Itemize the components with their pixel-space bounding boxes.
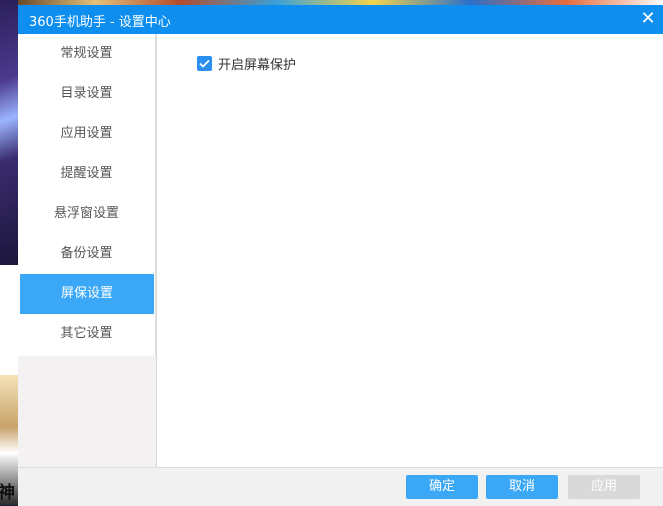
settings-sidebar: 常规设置 目录设置 应用设置 提醒设置 悬浮窗设置 备份设置 屏保设置 其它设置	[18, 34, 156, 467]
settings-dialog: 360手机助手 - 设置中心 ✕ 常规设置 目录设置 应用设置 提醒设置 悬浮窗…	[18, 5, 663, 506]
checkmark-icon	[199, 59, 210, 68]
background-game-art	[0, 0, 18, 265]
apply-button[interactable]: 应用	[568, 475, 640, 499]
background-game-thumbnail: 神	[0, 375, 18, 505]
background-panel	[0, 265, 18, 375]
screensaver-checkbox[interactable]	[197, 56, 212, 71]
sidebar-item-general[interactable]: 常规设置	[18, 34, 155, 74]
settings-nav-list: 常规设置 目录设置 应用设置 提醒设置 悬浮窗设置 备份设置 屏保设置 其它设置	[18, 34, 156, 356]
cancel-button[interactable]: 取消	[486, 475, 558, 499]
sidebar-item-screensaver[interactable]: 屏保设置	[20, 274, 154, 314]
screensaver-label: 开启屏幕保护	[218, 58, 297, 73]
dialog-footer: 确定 取消 应用	[18, 467, 663, 506]
settings-content: 开启屏幕保护	[156, 34, 663, 467]
screensaver-toggle[interactable]: 开启屏幕保护	[197, 54, 296, 73]
sidebar-item-reminders[interactable]: 提醒设置	[18, 154, 155, 194]
sidebar-item-backup[interactable]: 备份设置	[18, 234, 155, 274]
background-partial-text: 神	[0, 483, 15, 503]
sidebar-item-apps[interactable]: 应用设置	[18, 114, 155, 154]
window-title: 360手机助手 - 设置中心	[29, 15, 171, 30]
sidebar-item-floating-window[interactable]: 悬浮窗设置	[18, 194, 155, 234]
title-bar[interactable]: 360手机助手 - 设置中心 ✕	[18, 5, 663, 34]
close-icon[interactable]: ✕	[637, 8, 659, 30]
sidebar-item-other[interactable]: 其它设置	[18, 314, 155, 354]
ok-button[interactable]: 确定	[406, 475, 478, 499]
sidebar-item-directory[interactable]: 目录设置	[18, 74, 155, 114]
